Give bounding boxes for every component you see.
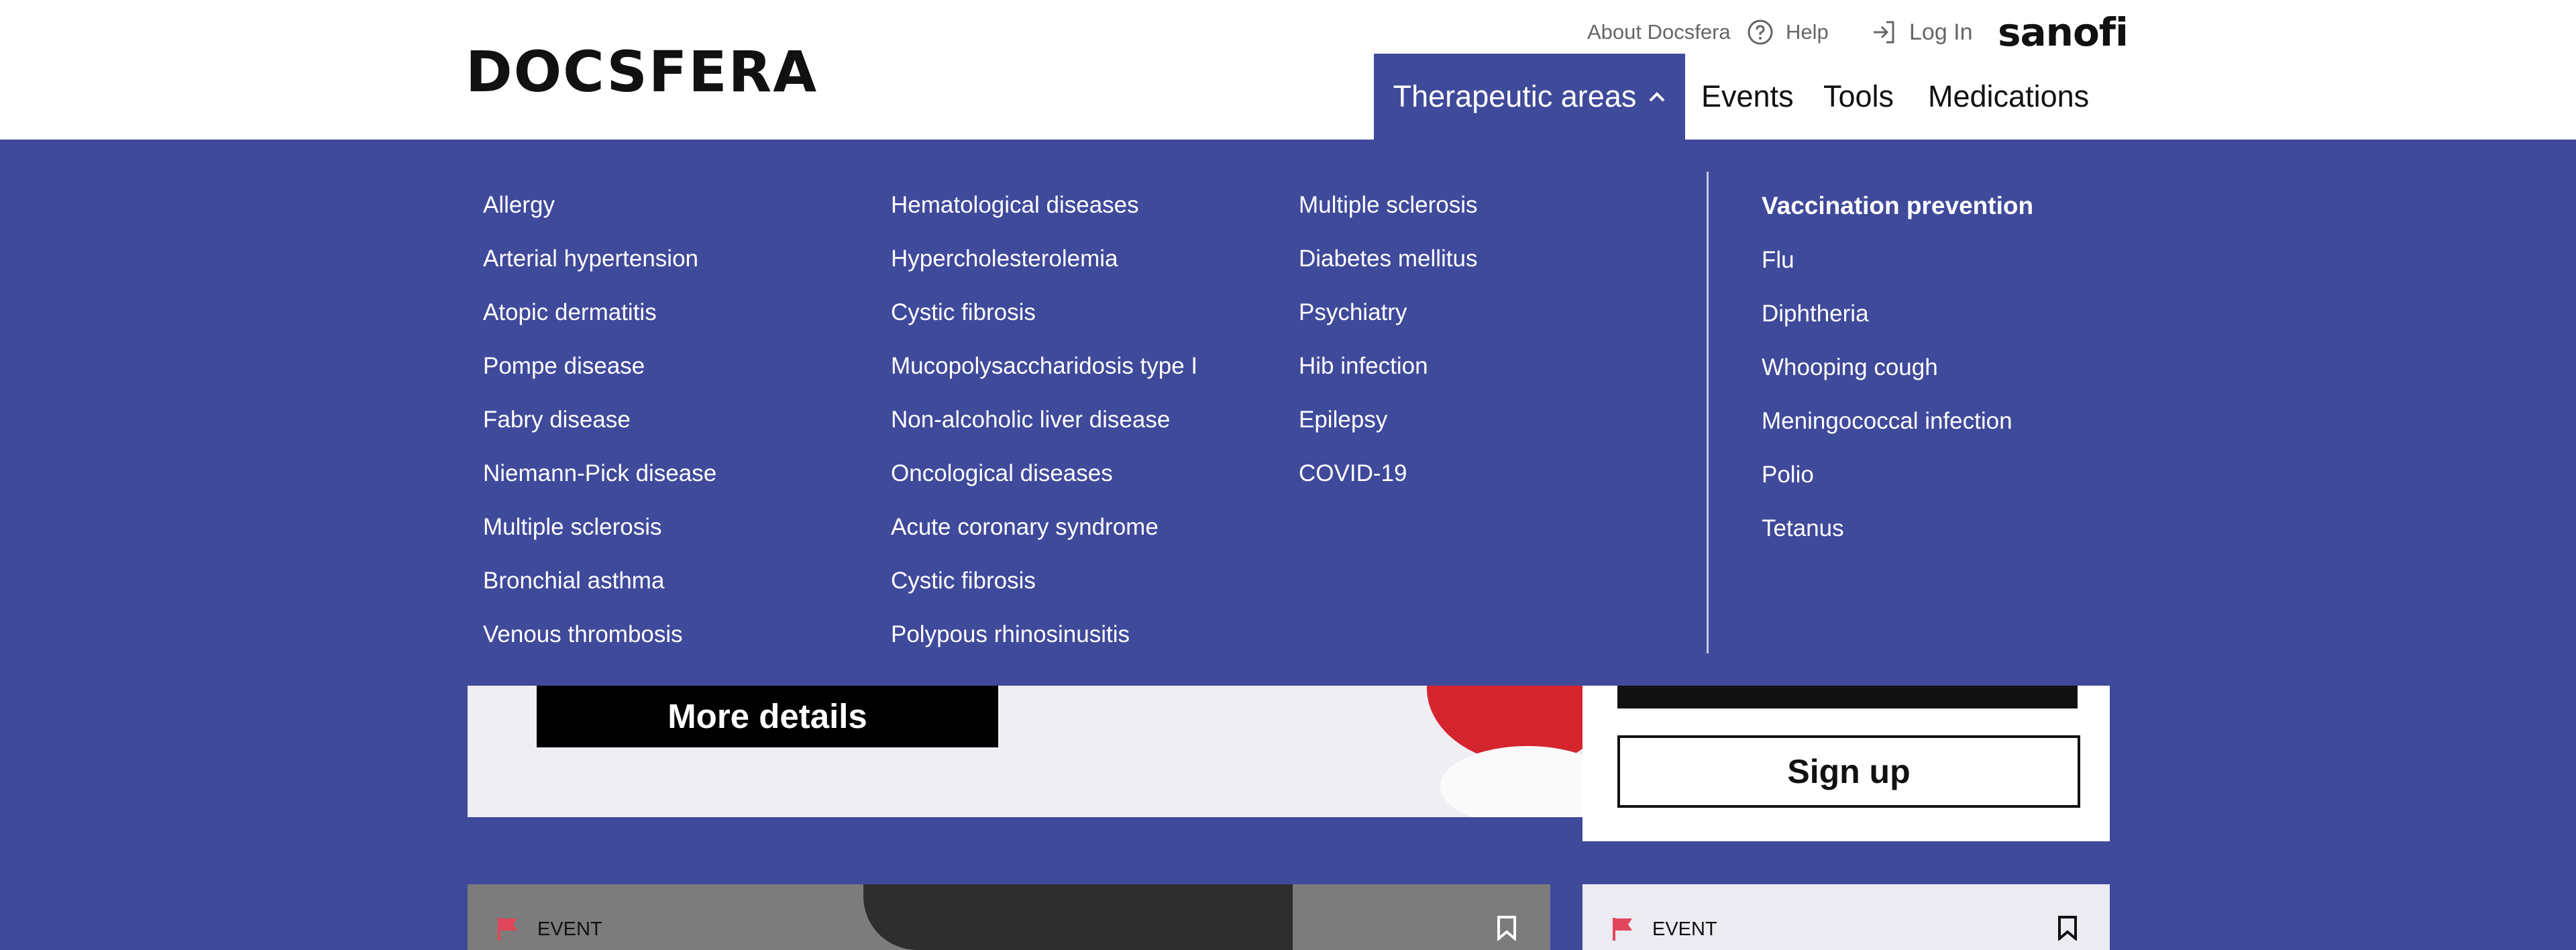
event-card-image xyxy=(863,884,1293,950)
menu-item[interactable]: Venous thrombosis xyxy=(483,608,716,662)
nav-events[interactable]: Events xyxy=(1701,54,1794,140)
menu-item[interactable]: COVID-19 xyxy=(1299,447,1478,500)
menu-item[interactable]: Multiple sclerosis xyxy=(483,500,716,554)
menu-item[interactable]: Polio xyxy=(1762,448,2033,502)
vaccination-heading[interactable]: Vaccination prevention xyxy=(1762,178,2033,233)
login-button-partial[interactable] xyxy=(1617,684,2078,708)
login-link[interactable]: Log In xyxy=(1870,15,1973,50)
help-link[interactable]: Help xyxy=(1747,15,1829,50)
menu-item[interactable]: Epilepsy xyxy=(1299,393,1478,447)
menu-item[interactable]: Non-alcoholic liver disease xyxy=(891,393,1197,447)
menu-item[interactable]: Fabry disease xyxy=(483,393,716,447)
chevron-up-icon xyxy=(1649,92,1665,102)
menu-item[interactable]: Niemann-Pick disease xyxy=(483,447,716,500)
event-card-2[interactable]: EVENT xyxy=(1582,884,2110,950)
menu-column-3: Multiple sclerosis Diabetes mellitus Psy… xyxy=(1299,178,1478,500)
event-tag-label-2: EVENT xyxy=(1652,918,1717,940)
menu-item[interactable]: Bronchial asthma xyxy=(483,554,716,608)
menu-item[interactable]: Oncological diseases xyxy=(891,447,1197,500)
bookmark-icon[interactable] xyxy=(1497,915,1517,941)
nav-medications[interactable]: Medications xyxy=(1928,54,2089,140)
vaccination-column: Vaccination prevention Flu Diphtheria Wh… xyxy=(1762,178,2033,556)
login-label: Log In xyxy=(1909,19,1973,45)
menu-item[interactable]: Tetanus xyxy=(1762,502,2033,556)
menu-item[interactable]: Diabetes mellitus xyxy=(1299,232,1478,286)
menu-column-1: Allergy Arterial hypertension Atopic der… xyxy=(483,178,716,662)
menu-item[interactable]: Flu xyxy=(1762,233,2033,287)
event-tag-2: EVENT xyxy=(1612,916,1717,942)
event-card[interactable]: EVENT xyxy=(468,884,1550,950)
menu-item[interactable]: Hypercholesterolemia xyxy=(891,232,1197,286)
nav-tools[interactable]: Tools xyxy=(1823,54,1894,140)
menu-divider xyxy=(1707,172,1709,653)
help-label: Help xyxy=(1786,20,1829,44)
site-header: DOCSFERA About Docsfera Help Log In sano… xyxy=(0,0,2576,140)
menu-item[interactable]: Mucopolysaccharidosis type I xyxy=(891,339,1197,393)
docsfera-logo[interactable]: DOCSFERA xyxy=(466,39,818,105)
more-details-button[interactable]: More details xyxy=(537,684,998,747)
menu-item[interactable]: Hematological diseases xyxy=(891,178,1197,232)
login-icon xyxy=(1870,19,1897,46)
menu-column-2: Hematological diseases Hypercholesterole… xyxy=(891,178,1197,662)
menu-item[interactable]: Whooping cough xyxy=(1762,341,2033,394)
bookmark-icon[interactable] xyxy=(2057,915,2078,941)
about-label: About Docsfera xyxy=(1587,20,1731,44)
menu-item[interactable]: Diphtheria xyxy=(1762,287,2033,341)
santa-hat-fur-decoration xyxy=(1440,746,1582,817)
flag-icon xyxy=(498,918,517,941)
menu-item[interactable]: Hib infection xyxy=(1299,339,1478,393)
about-link[interactable]: About Docsfera xyxy=(1587,15,1731,50)
menu-item[interactable]: Atopic dermatitis xyxy=(483,286,716,339)
help-icon xyxy=(1747,19,1774,46)
nav-therapeutic-areas-label: Therapeutic areas xyxy=(1393,79,1637,113)
menu-item[interactable]: Meningococcal infection xyxy=(1762,394,2033,448)
sign-up-button[interactable]: Sign up xyxy=(1617,735,2080,808)
nav-therapeutic-areas[interactable]: Therapeutic areas xyxy=(1374,54,1685,140)
menu-item[interactable]: Multiple sclerosis xyxy=(1299,178,1478,232)
event-tag-label: EVENT xyxy=(537,918,602,940)
menu-item[interactable]: Cystic fibrosis xyxy=(891,286,1197,339)
menu-item[interactable]: Pompe disease xyxy=(483,339,716,393)
menu-item[interactable]: Arterial hypertension xyxy=(483,232,716,286)
flag-icon xyxy=(1613,918,1632,941)
sanofi-logo[interactable]: sanofi xyxy=(1998,9,2129,55)
menu-item[interactable]: Psychiatry xyxy=(1299,286,1478,339)
therapeutic-areas-menu: Allergy Arterial hypertension Atopic der… xyxy=(0,140,2576,686)
menu-item[interactable]: Cystic fibrosis xyxy=(891,554,1197,608)
menu-item[interactable]: Acute coronary syndrome xyxy=(891,500,1197,554)
event-tag: EVENT xyxy=(497,916,602,942)
menu-item[interactable]: Polypous rhinosinusitis xyxy=(891,608,1197,662)
menu-item[interactable]: Allergy xyxy=(483,178,716,232)
